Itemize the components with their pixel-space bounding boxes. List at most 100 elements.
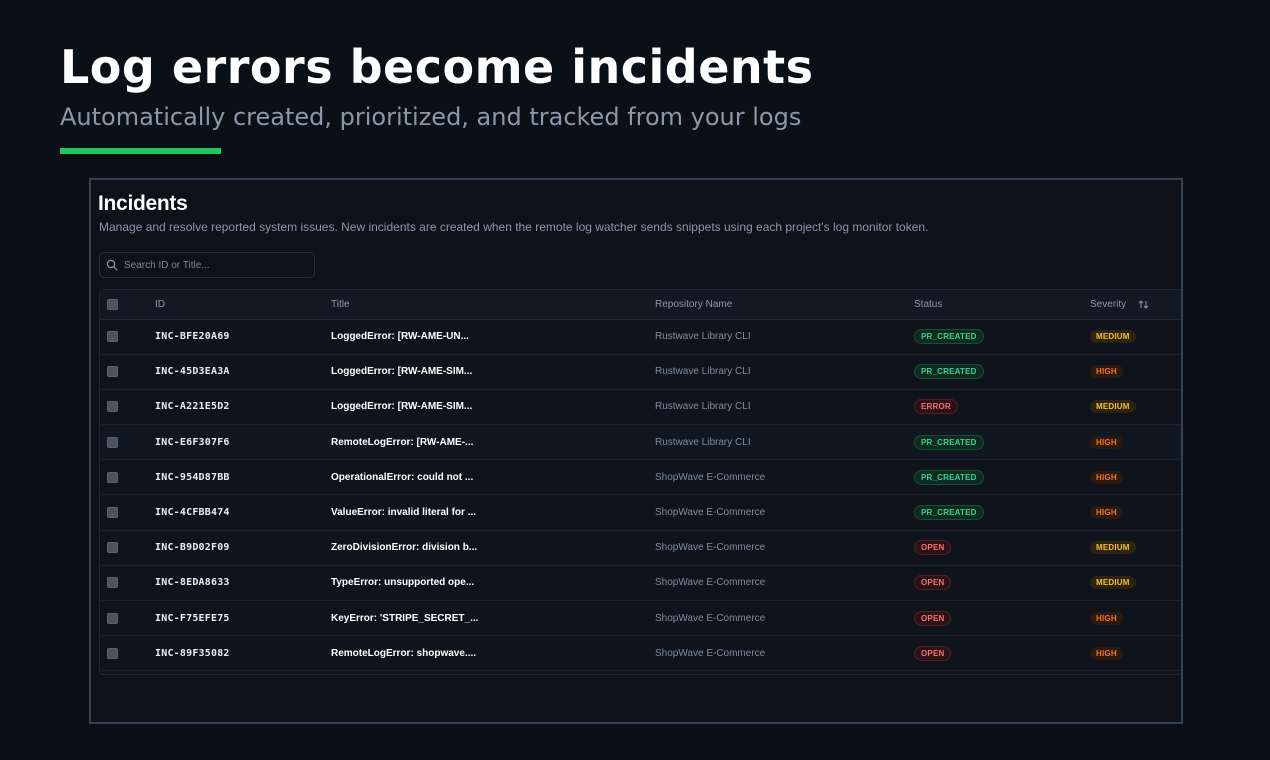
repository-name: ShopWave E-Commerce — [655, 542, 766, 554]
incident-title[interactable]: LoggedError: [RW-AME-SIM... — [331, 389, 655, 424]
incident-id[interactable]: INC-B9D02F09 — [155, 530, 331, 565]
repository-name: ShopWave E-Commerce — [655, 612, 766, 624]
severity-cell: HIGH — [1090, 495, 1181, 530]
row-checkbox[interactable] — [107, 471, 118, 483]
select-all-cell — [100, 290, 155, 320]
repository-name: Rustwave Library CLI — [655, 366, 751, 378]
severity-cell: HIGH — [1090, 636, 1181, 671]
incident-id[interactable]: INC-BFE20A69 — [155, 319, 331, 354]
incident-id[interactable]: INC-F75EFE75 — [155, 601, 331, 636]
incident-title[interactable]: RemoteLogError: shopwave.... — [331, 636, 655, 671]
severity-cell: HIGH — [1090, 601, 1181, 636]
severity-cell: MEDIUM — [1090, 565, 1181, 600]
status-cell: OPEN — [914, 636, 1090, 671]
status-cell: OPEN — [914, 530, 1090, 565]
status-badge: OPEN — [914, 540, 952, 556]
status-cell: OPEN — [914, 565, 1090, 600]
table-row[interactable]: INC-F75EFE75 KeyError: 'STRIPE_SECRET_...… — [100, 601, 1181, 636]
table-header-row: ID Title Repository Name Status Severity — [100, 290, 1181, 320]
sort-icon[interactable] — [1138, 299, 1149, 310]
app-screenshot-frame: Incidents Manage and resolve reported sy… — [89, 178, 1183, 724]
incident-title[interactable]: OperationalError: could not ... — [331, 460, 655, 495]
repository-name: Rustwave Library CLI — [655, 401, 751, 413]
status-cell: PR_CREATED — [914, 319, 1090, 354]
search-box[interactable] — [99, 252, 315, 278]
column-header-status[interactable]: Status — [914, 290, 1090, 320]
incident-title[interactable]: RemoteLogError: [RW-AME-... — [331, 425, 655, 460]
row-checkbox[interactable] — [107, 436, 118, 448]
column-header-severity[interactable]: Severity — [1090, 290, 1181, 320]
severity-badge: HIGH — [1090, 435, 1123, 449]
incident-id[interactable]: INC-954D87BB — [155, 460, 331, 495]
status-cell: PR_CREATED — [914, 460, 1090, 495]
table-row[interactable]: INC-8EDA8633 TypeError: unsupported ope..… — [100, 565, 1181, 601]
status-cell: PR_CREATED — [914, 495, 1090, 530]
table-row[interactable]: INC-E6F307F6 RemoteLogError: [RW-AME-... R… — [100, 424, 1181, 460]
row-select-cell — [100, 354, 155, 389]
row-checkbox[interactable] — [107, 542, 118, 554]
repository-name: Rustwave Library CLI — [655, 436, 751, 448]
row-checkbox[interactable] — [107, 331, 118, 343]
row-checkbox[interactable] — [107, 366, 118, 378]
column-header-repo[interactable]: Repository Name — [655, 290, 914, 320]
incident-title[interactable]: LoggedError: [RW-AME-UN... — [331, 319, 655, 354]
repository-name: ShopWave E-Commerce — [655, 577, 766, 589]
row-checkbox[interactable] — [107, 401, 118, 413]
row-select-cell — [100, 389, 155, 424]
severity-badge: MEDIUM — [1090, 330, 1136, 344]
table-row[interactable]: INC-89F35082 RemoteLogError: shopwave....… — [100, 636, 1181, 671]
repository-name: ShopWave E-Commerce — [655, 507, 766, 519]
severity-badge: HIGH — [1090, 646, 1123, 660]
row-select-cell — [100, 565, 155, 600]
table-row[interactable]: INC-B9D02F09 ZeroDivisionError: division … — [100, 530, 1181, 566]
row-checkbox[interactable] — [107, 647, 118, 659]
incident-id[interactable]: INC-A221E5D2 — [155, 389, 331, 424]
search-input[interactable] — [124, 259, 314, 271]
incident-title[interactable]: KeyError: 'STRIPE_SECRET_... — [331, 601, 655, 636]
page-title: Incidents — [98, 192, 188, 215]
row-checkbox[interactable] — [107, 612, 118, 624]
table-row[interactable]: INC-A221E5D2 LoggedError: [RW-AME-SIM... R… — [100, 389, 1181, 425]
severity-badge: HIGH — [1090, 506, 1123, 520]
incident-title[interactable]: LoggedError: [RW-AME-SIM... — [331, 354, 655, 389]
row-select-cell — [100, 460, 155, 495]
status-badge: PR_CREATED — [914, 469, 984, 485]
incident-id[interactable]: INC-45D3EA3A — [155, 354, 331, 389]
table-row[interactable]: INC-4CFBB474 ValueError: invalid literal … — [100, 495, 1181, 531]
status-badge: OPEN — [914, 645, 952, 661]
status-badge: PR_CREATED — [914, 364, 984, 380]
status-cell: OPEN — [914, 601, 1090, 636]
column-header-id[interactable]: ID — [155, 290, 331, 320]
page: Log errors become incidents Automaticall… — [0, 0, 1270, 760]
severity-badge: MEDIUM — [1090, 576, 1136, 590]
table-row[interactable]: INC-45D3EA3A LoggedError: [RW-AME-SIM... R… — [100, 354, 1181, 390]
severity-badge: MEDIUM — [1090, 541, 1136, 555]
status-badge: OPEN — [914, 575, 952, 591]
incident-id[interactable]: INC-4CFBB474 — [155, 495, 331, 530]
row-checkbox[interactable] — [107, 507, 118, 519]
table-row[interactable]: INC-BFE20A69 LoggedError: [RW-AME-UN... Ru… — [100, 319, 1181, 355]
incident-id[interactable]: INC-E6F307F6 — [155, 425, 331, 460]
severity-cell: HIGH — [1090, 460, 1181, 495]
status-cell: PR_CREATED — [914, 354, 1090, 389]
page-description: Manage and resolve reported system issue… — [99, 220, 929, 234]
row-select-cell — [100, 601, 155, 636]
incident-title[interactable]: TypeError: unsupported ope... — [331, 565, 655, 600]
incident-id[interactable]: INC-89F35082 — [155, 636, 331, 671]
status-badge: PR_CREATED — [914, 329, 984, 345]
status-cell: PR_CREATED — [914, 425, 1090, 460]
incident-title[interactable]: ValueError: invalid literal for ... — [331, 495, 655, 530]
severity-badge: HIGH — [1090, 365, 1123, 379]
repository-name: ShopWave E-Commerce — [655, 471, 766, 483]
severity-badge: HIGH — [1090, 470, 1123, 484]
incident-id[interactable]: INC-8EDA8633 — [155, 565, 331, 600]
repository-name: Rustwave Library CLI — [655, 331, 751, 343]
incident-title[interactable]: ZeroDivisionError: division b... — [331, 530, 655, 565]
row-checkbox[interactable] — [107, 577, 118, 589]
severity-cell: HIGH — [1090, 425, 1181, 460]
status-badge: OPEN — [914, 610, 952, 626]
row-select-cell — [100, 425, 155, 460]
select-all-checkbox[interactable] — [107, 298, 118, 310]
table-row[interactable]: INC-954D87BB OperationalError: could not … — [100, 460, 1181, 495]
column-header-title[interactable]: Title — [331, 290, 655, 320]
